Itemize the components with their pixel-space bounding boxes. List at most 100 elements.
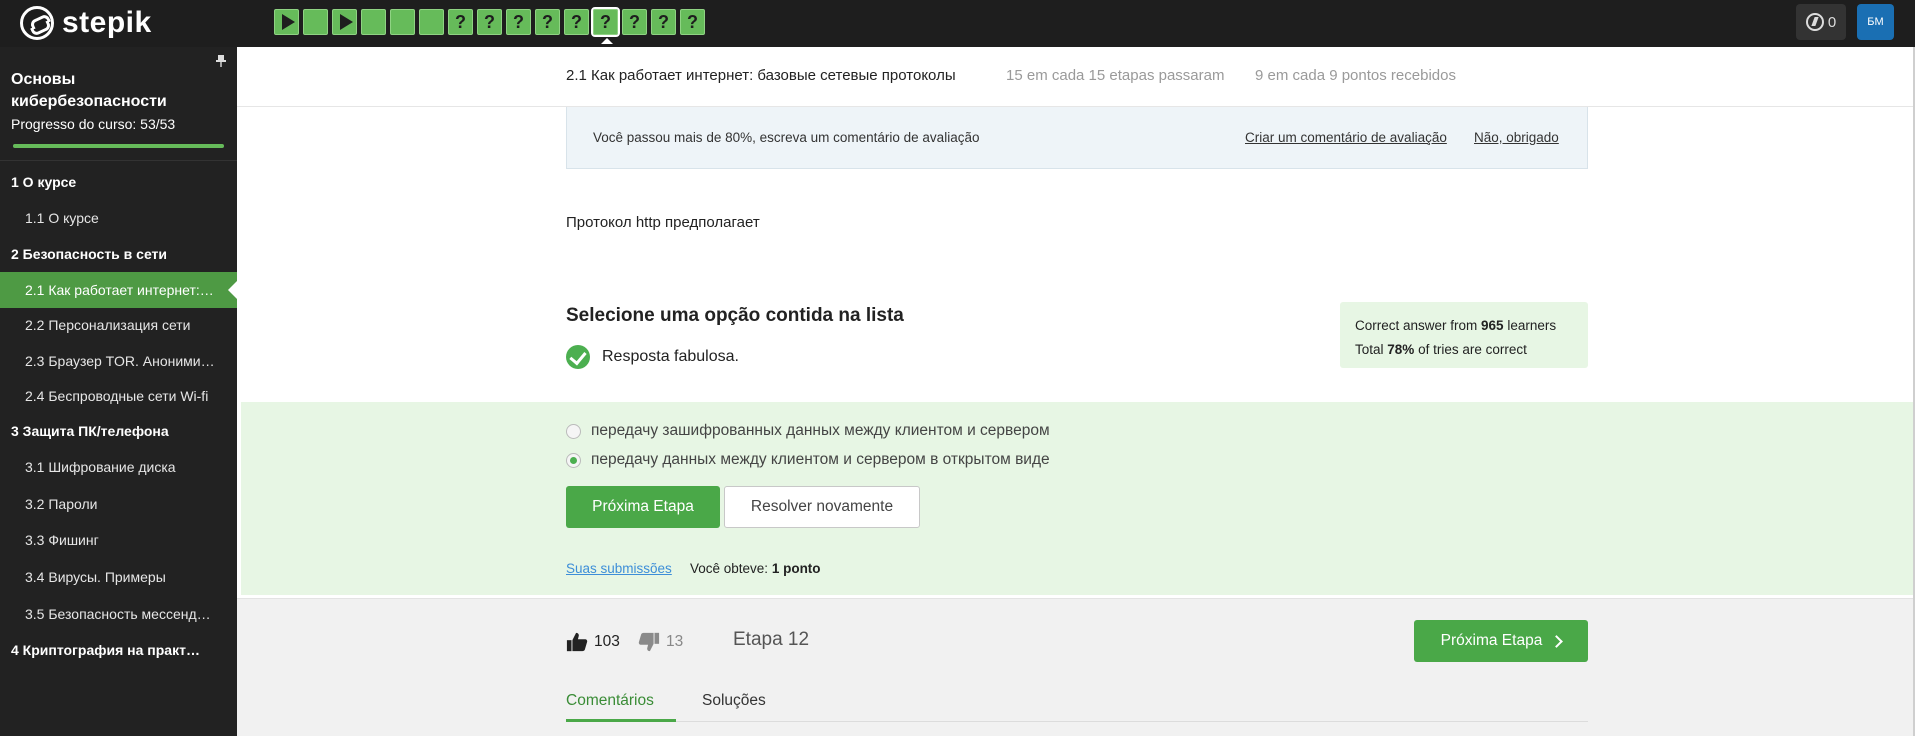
sidebar-section-item[interactable]: 3 Защита ПК/телефона [0,413,237,449]
next-step-footer-label: Próxima Etapa [1440,632,1543,649]
step-8-quiz[interactable]: ? [477,9,502,35]
sidebar-lesson-item[interactable]: 2.2 Персонализация сети [0,307,237,343]
like-button[interactable]: 103 [566,631,620,653]
question-mark-icon: ? [571,11,582,32]
sidebar-section-item[interactable]: 2 Безопасность в сети [0,236,237,272]
sidebar-section-item[interactable]: 1 О курсе [0,164,237,200]
sidebar-item-label: 3.1 Шифрование диска [25,459,176,475]
sidebar-item-label: 3.5 Безопасность мессенджеров [25,606,215,622]
answer-option[interactable]: передачу данных между клиентом и серверо… [566,451,1050,469]
tab-solutions[interactable]: Soluções [702,692,766,722]
question-mark-icon: ? [513,11,524,32]
step-1-video[interactable] [274,9,299,35]
energy-count: 0 [1827,13,1837,31]
sidebar-lesson-item[interactable]: 3.4 Вирусы. Примеры [0,559,237,595]
stepik-logo[interactable]: stepik [20,4,152,42]
radio-button[interactable] [566,423,581,439]
course-progress-bar [13,144,224,148]
sidebar-item-label: 2 Безопасность в сети [11,246,168,262]
question-mark-icon: ? [658,11,669,32]
course-progress-fill [13,144,224,148]
step-7-quiz[interactable]: ? [448,9,473,35]
next-step-button[interactable]: Próxima Etapa [566,486,720,528]
stepik-logo-icon [20,6,54,40]
sidebar-item-label: 2.2 Персонализация сети [25,317,191,333]
stats-line-learners: Correct answer from 965 learners [1355,318,1557,333]
step-navigation: ????????? [274,7,705,44]
sidebar-item-label: 2.1 Как работает интернет: базовые сетев… [25,282,215,298]
step-5-text[interactable] [390,9,415,35]
step-13-quiz[interactable]: ? [622,9,647,35]
sidebar-lesson-item[interactable]: 3.5 Безопасность мессенджеров [0,596,237,632]
next-step-footer-button[interactable]: Próxima Etapa [1414,620,1588,662]
chevron-right-icon [1550,634,1564,648]
points-text: 9 em cada 9 pontos recebidos [1255,67,1456,84]
lightning-icon [1805,13,1824,31]
review-banner-text: Você passou mais de 80%, escreva um come… [593,130,980,145]
dismiss-review-link[interactable]: Não, obrigado [1474,130,1559,145]
sidebar-item-label: 3.2 Пароли [25,496,98,512]
quiz-title: Selecione uma opção contida na lista [566,305,904,326]
step-4-text[interactable] [361,9,386,35]
radio-button[interactable] [566,452,581,468]
steps-passed-text: 15 em cada 15 etapas passaram [1006,67,1225,84]
step-footer: 103 13 Etapa 12 Próxima Etapa Comentário… [237,598,1913,736]
course-title[interactable]: Основы кибербезопасности [11,69,221,113]
step-12-quiz[interactable]: ? [591,7,620,44]
question-mark-icon: ? [600,11,611,32]
learners-count: 965 [1481,318,1504,333]
thumbs-down-icon [638,632,660,652]
tab-comments[interactable]: Comentários [566,692,676,722]
dislikes-count: 13 [666,633,684,650]
check-icon [566,345,590,369]
answer-area: передачу зашифрованных данных между клие… [241,402,1913,595]
step-2-text[interactable] [303,9,328,35]
energy-counter[interactable]: 0 [1796,4,1846,40]
dislike-button[interactable]: 13 [638,631,683,653]
lesson-title: 2.1 Как работает интернет: базовые сетев… [566,67,956,84]
logo-text: stepik [62,6,152,39]
sidebar-lesson-item[interactable]: 2.3 Браузер TOR. Анонимизация [0,343,237,379]
step-14-quiz[interactable]: ? [651,9,676,35]
question-text: Протокол http предполагает [566,214,760,231]
course-sidebar: Основы кибербезопасности Progresso do cu… [0,47,237,736]
sidebar-lesson-item[interactable]: 1.1 О курсе [0,200,237,236]
review-banner: Você passou mais de 80%, escreva um come… [566,107,1588,169]
sidebar-item-label: 2.3 Браузер TOR. Анонимизация [25,353,215,369]
score-text: Você obteve: 1 ponto [690,561,821,576]
sidebar-lesson-item[interactable]: 2.1 Как работает интернет: базовые сетев… [0,272,237,308]
play-icon [339,14,353,30]
sidebar-lesson-item[interactable]: 3.1 Шифрование диска [0,449,237,485]
thumbs-up-icon [566,632,588,652]
submissions-link[interactable]: Suas submissões [566,561,672,576]
play-icon [281,14,295,30]
course-progress-text: Progresso do curso: 53/53 [11,116,176,132]
sidebar-lesson-item[interactable]: 3.3 Фишинг [0,522,237,558]
answer-option[interactable]: передачу зашифрованных данных между клие… [566,422,1050,440]
sidebar-item-label: 3 Защита ПК/телефона [11,423,169,439]
answer-option-label: передачу данных между клиентом и серверо… [591,451,1050,468]
create-review-link[interactable]: Criar um comentário de avaliação [1245,130,1447,145]
step-label: Etapa 12 [733,629,810,650]
step-10-quiz[interactable]: ? [535,9,560,35]
stats-line-tries: Total 78% of tries are correct [1355,342,1527,357]
retry-button[interactable]: Resolver novamente [724,486,920,528]
avatar[interactable]: БМ [1857,4,1894,40]
sidebar-item-label: 1.1 О курсе [25,210,99,226]
step-6-text[interactable] [419,9,444,35]
step-3-video[interactable] [332,9,357,35]
sidebar-lesson-item[interactable]: 2.4 Беспроводные сети Wi-fi [0,378,237,414]
step-11-quiz[interactable]: ? [564,9,589,35]
sidebar-lesson-item[interactable]: 3.2 Пароли [0,486,237,522]
question-mark-icon: ? [484,11,495,32]
pin-icon[interactable] [216,55,226,67]
step-15-quiz[interactable]: ? [680,9,705,35]
sidebar-section-item[interactable]: 4 Криптография на практике [0,632,237,668]
sidebar-item-label: 2.4 Беспроводные сети Wi-fi [25,388,209,404]
correct-percent: 78% [1387,342,1415,357]
question-mark-icon: ? [542,11,553,32]
sidebar-item-label: 3.3 Фишинг [25,532,99,548]
step-9-quiz[interactable]: ? [506,9,531,35]
score-value: 1 ponto [771,561,821,576]
feedback-text: Resposta fabulosa. [602,348,739,365]
